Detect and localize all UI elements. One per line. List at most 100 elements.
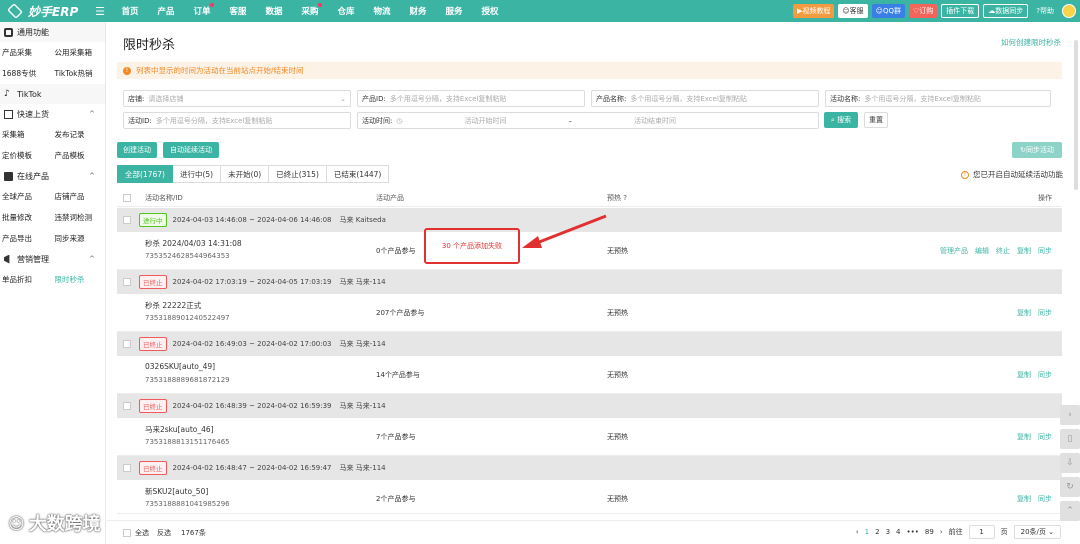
page-2[interactable]: 2 [875, 528, 879, 536]
select-all-link[interactable]: 全选 [135, 528, 149, 538]
sidebar-section-common[interactable]: 通用功能 [0, 22, 105, 42]
nav-finance[interactable]: 财务 [400, 5, 436, 17]
page-4[interactable]: 4 [896, 528, 900, 536]
sidebar-item-sync-source[interactable]: 同步来源 [53, 233, 106, 244]
sync-link[interactable]: 同步 [1038, 246, 1052, 256]
sidebar-item-collect-box[interactable]: 采集箱 [0, 129, 53, 140]
sidebar-section-quick[interactable]: 快速上货 ^ [0, 104, 105, 124]
nav-logistics[interactable]: 物流 [364, 5, 400, 17]
sidebar-item-discount[interactable]: 单品折扣 [0, 274, 53, 285]
sidebar-item-1688[interactable]: 1688专供 [0, 68, 53, 79]
row-checkbox[interactable] [123, 278, 131, 286]
nav-data[interactable]: 数据 [256, 5, 292, 17]
copy-link[interactable]: 复制 [1017, 494, 1031, 504]
sidebar-item-banned[interactable]: 违禁词检测 [53, 212, 106, 223]
tab-ended[interactable]: 已结束(1447) [326, 165, 390, 183]
row-checkbox[interactable] [123, 402, 131, 410]
sidebar-section-marketing[interactable]: 营销管理 ^ [0, 249, 105, 269]
page-unit: 页 [1000, 528, 1008, 536]
page-input[interactable]: 1 [968, 525, 995, 539]
sync-activity-button[interactable]: ↻ 同步活动 [1012, 142, 1062, 158]
nav-auth[interactable]: 授权 [472, 5, 508, 17]
reset-button[interactable]: 重置 [864, 112, 888, 128]
activity-name-input[interactable]: 活动名称: 多个用逗号分隔，支持Excel复制粘贴 [825, 90, 1051, 107]
create-activity-button[interactable]: 创建活动 [117, 142, 157, 158]
manage-products-link[interactable]: 管理产品 [940, 246, 968, 256]
sidebar-item-batch[interactable]: 批量修改 [0, 212, 53, 223]
order-button[interactable]: ♡ 订购 [909, 4, 938, 18]
edit-link[interactable]: 编辑 [975, 246, 989, 256]
invert-link[interactable]: 反选 [157, 528, 171, 538]
sidebar-item-product-template[interactable]: 产品模板 [53, 150, 106, 161]
tab-terminated[interactable]: 已终止(315) [269, 165, 327, 183]
sync-link[interactable]: 同步 [1038, 494, 1052, 504]
plugin-download-button[interactable]: 插件下载 [941, 4, 980, 18]
nav-product[interactable]: 产品 [148, 5, 184, 17]
sidebar-item-tiktok-hot[interactable]: TikTok热销 [53, 68, 106, 79]
product-id-input[interactable]: 产品ID: 多个用逗号分隔，支持Excel复制粘贴 [357, 90, 585, 107]
page-1[interactable]: 1 [865, 528, 869, 536]
product-name-input[interactable]: 产品名称: 多个用逗号分隔，支持Excel复制粘贴 [591, 90, 819, 107]
nav-service[interactable]: 客服 [220, 5, 256, 17]
prev-page-icon[interactable]: ‹ [856, 528, 859, 536]
copy-link[interactable]: 复制 [1017, 370, 1031, 380]
sidebar-section-tiktok[interactable]: ♪ TikTok [0, 84, 105, 104]
shop-select[interactable]: 店铺: 请选择店铺 ⌄ [123, 90, 351, 107]
page-3[interactable]: 3 [886, 528, 890, 536]
select-all-checkbox[interactable] [123, 193, 131, 202]
sidebar-item-global[interactable]: 全球产品 [0, 191, 53, 202]
sync-link[interactable]: 同步 [1038, 308, 1052, 318]
phone-icon[interactable]: ▯ [1060, 429, 1080, 449]
next-page-icon[interactable]: › [940, 528, 943, 536]
menu-icon[interactable]: ☰ [90, 5, 110, 18]
tab-not-started[interactable]: 未开始(0) [221, 165, 270, 183]
sync-link[interactable]: 同步 [1038, 370, 1052, 380]
nav-order[interactable]: 订单 [184, 3, 220, 17]
scrollbar[interactable] [1074, 40, 1078, 190]
sync-link[interactable]: 同步 [1038, 432, 1052, 442]
activity-time-range[interactable]: 活动时间: ◷ 活动开始时间 – 活动结束时间 [357, 112, 819, 129]
help-button[interactable]: ? 帮助 [1032, 4, 1058, 18]
sidebar-item-shop[interactable]: 店铺产品 [53, 191, 106, 202]
tab-all[interactable]: 全部(1767) [117, 165, 173, 183]
sidebar-section-online[interactable]: 在线产品 ^ [0, 166, 105, 186]
sidebar-item-pricing[interactable]: 定价模板 [0, 150, 53, 161]
auto-extend-button[interactable]: 自动延续活动 [163, 142, 219, 158]
sidebar-item-export[interactable]: 产品导出 [0, 233, 53, 244]
activity-time: 2024-04-02 17:03:19 ~ 2024-04-05 17:03:1… [172, 278, 332, 286]
page-ellipsis[interactable]: ••• [907, 528, 919, 536]
app-logo[interactable]: 妙手ERP [0, 3, 90, 20]
avatar[interactable] [1062, 4, 1076, 18]
sidebar-item-flash-sale[interactable]: 限时秒杀 [53, 274, 106, 285]
data-sync-button[interactable]: ☁ 数据同步 [983, 4, 1029, 18]
nav-home[interactable]: 首页 [112, 5, 148, 17]
download-icon[interactable]: ⇩ [1060, 453, 1080, 473]
row-checkbox[interactable] [123, 340, 131, 348]
back-to-top-icon[interactable]: ⌃ [1060, 501, 1080, 521]
qq-group-button[interactable]: ☺ QQ群 [871, 4, 905, 18]
video-tutorial-button[interactable]: ▶ 视频教程 [792, 4, 835, 18]
expand-icon[interactable]: › [1060, 405, 1080, 425]
sidebar-item-publish-log[interactable]: 发布记录 [53, 129, 106, 140]
refresh-icon[interactable]: ↻ [1060, 477, 1080, 497]
row-checkbox[interactable] [123, 216, 131, 224]
tab-running[interactable]: 进行中(5) [172, 165, 222, 183]
nav-purchase[interactable]: 采购 [292, 3, 328, 17]
footer-checkbox[interactable] [123, 528, 131, 537]
copy-link[interactable]: 复制 [1017, 246, 1031, 256]
activity-id-input[interactable]: 活动ID: 多个用逗号分隔，支持Excel复制粘贴 [123, 112, 351, 129]
howto-link[interactable]: 如何创建限时秒杀 [1001, 37, 1061, 48]
terminate-link[interactable]: 终止 [996, 246, 1010, 256]
copy-link[interactable]: 复制 [1017, 308, 1031, 318]
nav-services[interactable]: 服务 [436, 5, 472, 17]
page-last[interactable]: 89 [925, 528, 934, 536]
kefu-button[interactable]: ☺ 客服 [838, 4, 868, 18]
failed-products-highlight[interactable]: 30 个产品添加失败 [424, 228, 520, 264]
sidebar-item-public-box[interactable]: 公用采集箱 [53, 47, 106, 58]
search-button[interactable]: ⌕ 搜索 [824, 112, 858, 128]
per-page-select[interactable]: 20条/页 ⌄ [1013, 525, 1061, 539]
sidebar-item-collect[interactable]: 产品采集 [0, 47, 53, 58]
nav-warehouse[interactable]: 仓库 [328, 5, 364, 17]
row-checkbox[interactable] [123, 464, 131, 472]
copy-link[interactable]: 复制 [1017, 432, 1031, 442]
